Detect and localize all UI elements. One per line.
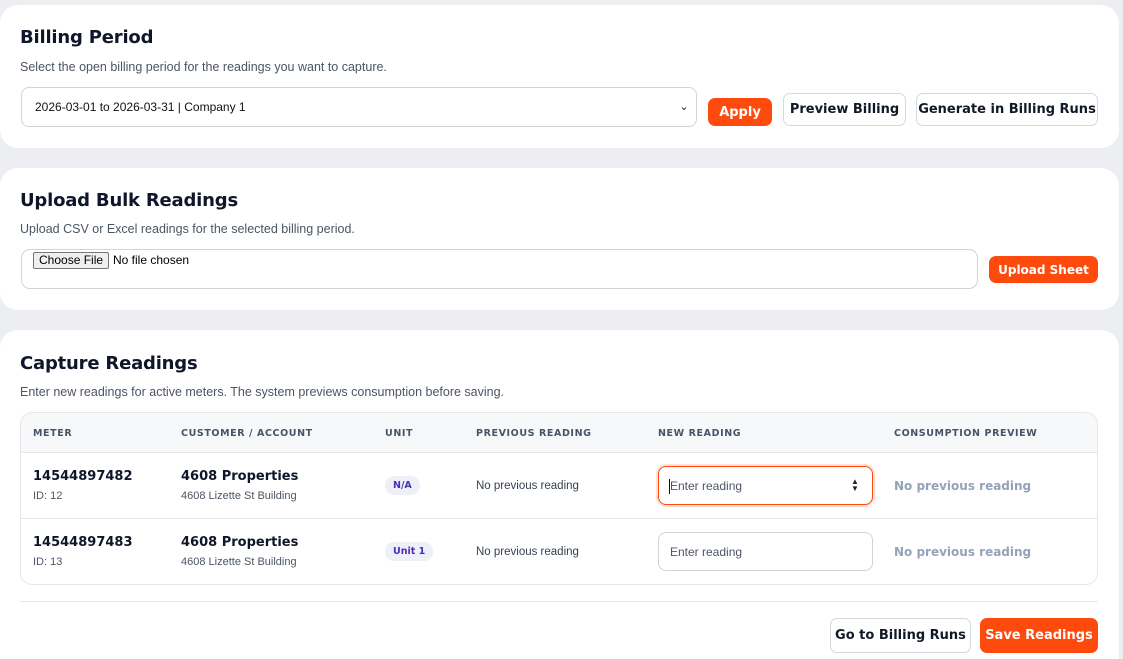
new-reading-placeholder: Enter reading [670,544,743,559]
billing-period-subtitle: Select the open billing period for the r… [20,60,387,74]
column-header-consumption-preview: CONSUMPTION PREVIEW [894,428,1038,439]
customer-name: 4608 Properties [181,469,299,484]
account-name: 4608 Lizette St Building [181,556,297,568]
capture-readings-title: Capture Readings [20,353,198,374]
readings-table: METER CUSTOMER / ACCOUNT UNIT PREVIOUS R… [20,412,1098,585]
account-name: 4608 Lizette St Building [181,490,297,502]
capture-readings-card: Capture Readings Enter new readings for … [0,330,1119,659]
new-reading-input[interactable]: Enter reading [658,532,873,571]
table-row: 14544897483 ID: 13 4608 Properties 4608 … [21,519,1097,584]
new-reading-placeholder: Enter reading [670,478,743,493]
upload-sheet-button[interactable]: Upload Sheet [989,256,1098,283]
stepper-arrows-icon[interactable]: ▲ ▼ [850,478,860,494]
unit-badge: Unit 1 [385,542,434,561]
meter-number: 14544897482 [33,469,133,484]
meter-id: ID: 13 [33,556,63,568]
column-header-customer: CUSTOMER / ACCOUNT [181,428,313,439]
upload-readings-subtitle: Upload CSV or Excel readings for the sel… [20,222,355,236]
previous-reading: No previous reading [476,480,579,492]
preview-billing-button[interactable]: Preview Billing [783,93,906,126]
new-reading-input[interactable]: Enter reading ▲ ▼ [658,466,873,505]
generate-billing-runs-button[interactable]: Generate in Billing Runs [916,93,1098,126]
file-input[interactable]: Choose File No file chosen [21,249,978,289]
billing-period-select-value: 2026-03-01 to 2026-03-31 | Company 1 [35,100,246,114]
column-header-unit: UNIT [385,428,414,439]
divider [20,601,1098,602]
billing-period-title: Billing Period [20,27,154,48]
billing-period-select[interactable]: 2026-03-01 to 2026-03-31 | Company 1 ⌄ [21,87,697,127]
capture-readings-subtitle: Enter new readings for active meters. Th… [20,385,505,399]
column-header-new-reading: NEW READING [658,428,742,439]
previous-reading: No previous reading [476,546,579,558]
consumption-preview: No previous reading [894,545,1032,559]
column-header-previous-reading: PREVIOUS READING [476,428,592,439]
table-row: 14544897482 ID: 12 4608 Properties 4608 … [21,453,1097,519]
upload-readings-card: Upload Bulk Readings Upload CSV or Excel… [0,168,1119,310]
unit-badge: N/A [385,476,420,495]
billing-period-card: Billing Period Select the open billing p… [0,5,1119,148]
column-header-meter: METER [33,428,73,439]
text-caret [669,479,670,494]
file-status-text: No file chosen [113,253,190,267]
choose-file-button[interactable]: Choose File [33,252,110,269]
consumption-preview: No previous reading [894,479,1032,493]
upload-readings-title: Upload Bulk Readings [20,190,238,211]
meter-id: ID: 12 [33,490,63,502]
meter-number: 14544897483 [33,535,133,550]
apply-button[interactable]: Apply [708,98,772,126]
save-readings-button[interactable]: Save Readings [980,618,1098,653]
chevron-down-icon: ⌄ [679,101,689,113]
table-header: METER CUSTOMER / ACCOUNT UNIT PREVIOUS R… [21,413,1097,453]
go-to-billing-runs-button[interactable]: Go to Billing Runs [830,618,971,653]
customer-name: 4608 Properties [181,535,299,550]
